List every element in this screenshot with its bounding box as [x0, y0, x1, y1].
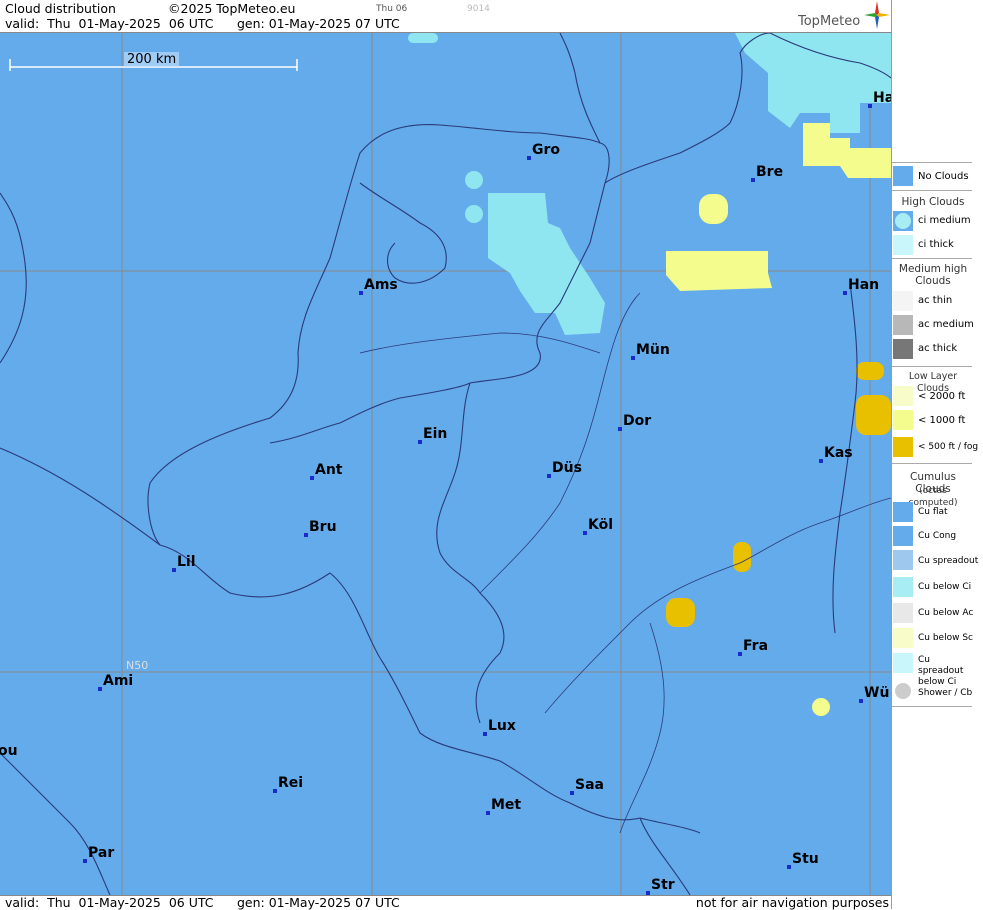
- footer-valid-time: valid: Thu 01-May-2025 06 UTC: [5, 895, 214, 910]
- legend-ac-thick: ac thick: [918, 343, 958, 354]
- compass-logo-icon: [864, 1, 890, 29]
- lat-lon-grid: [0, 33, 891, 895]
- generated-time: gen: 01-May-2025 07 UTC: [237, 16, 400, 31]
- city-label: Saa: [575, 777, 604, 793]
- copyright: ©2025 TopMeteo.eu: [168, 1, 296, 16]
- cloud-fog: [666, 362, 891, 627]
- swatch-shower: [893, 681, 913, 701]
- swatch-cu-below-ac: [893, 603, 913, 623]
- swatch-cu-below-sc: [893, 628, 913, 648]
- scale-label: 200 km: [124, 52, 180, 67]
- city-label: Lil: [177, 554, 196, 570]
- legend-cu-spreadout-below-ci: Cu spreadout below Ci: [918, 655, 964, 687]
- legend-low-2000: < 2000 ft: [918, 391, 966, 402]
- legend-cu-below-ci: Cu below Ci: [918, 582, 972, 592]
- city-label: Ant: [315, 462, 343, 478]
- disclaimer: not for air navigation purposes: [695, 895, 889, 910]
- city-label: Bru: [309, 519, 337, 535]
- footer-bar: valid: Thu 01-May-2025 06 UTC gen: 01-Ma…: [0, 895, 891, 910]
- valid-time: valid: Thu 01-May-2025 06 UTC: [5, 16, 214, 31]
- legend-high-title: High Clouds: [901, 196, 965, 208]
- swatch-cu-below-ci: [893, 577, 913, 597]
- map-title: Cloud distribution: [5, 1, 116, 16]
- city-label: Ami: [103, 673, 134, 689]
- swatch-low-1000: [893, 410, 913, 430]
- legend-cu-spreadout: Cu spreadout: [918, 556, 979, 566]
- swatch-ac-thick: [893, 339, 913, 359]
- legend-cu-flat: Cu flat: [918, 507, 948, 517]
- city-label: Düs: [552, 460, 582, 476]
- swatch-cu-flat: [893, 502, 913, 522]
- legend-cu-below-sc: Cu below Sc: [918, 633, 973, 643]
- rivers: [359, 292, 891, 834]
- legend-panel: No Clouds High Clouds ci medium ci thick…: [891, 0, 983, 909]
- city-label: Ha: [873, 90, 891, 106]
- logo-text: TopMeteo: [798, 14, 861, 29]
- city-label: Köl: [588, 517, 614, 533]
- legend-cu-below-ac: Cu below Ac: [918, 608, 974, 618]
- map-canvas: [0, 33, 891, 895]
- city-label: Han: [848, 277, 880, 293]
- legend-medium-title: Medium high Clouds: [898, 263, 968, 287]
- city-label: Kas: [824, 445, 853, 461]
- city-label: Ein: [423, 426, 448, 442]
- city-label: Dor: [623, 413, 652, 429]
- swatch-cu-cong: [893, 526, 913, 546]
- city-label: Rei: [278, 775, 304, 791]
- legend-low-500: < 500 ft / fog: [918, 442, 979, 452]
- city-label: Lux: [488, 718, 516, 734]
- swatch-cu-spreadout-below-ci: [893, 653, 913, 673]
- city-label: Ams: [364, 277, 398, 293]
- city-label: Mün: [636, 342, 670, 358]
- legend-ci-medium: ci medium: [918, 215, 971, 226]
- legend-ac-thin: ac thin: [918, 295, 953, 306]
- legend-shower: Shower / Cb: [918, 688, 973, 698]
- legend-low-1000: < 1000 ft: [918, 415, 966, 426]
- header-bar: Cloud distribution ©2025 TopMeteo.eu Thu…: [0, 0, 891, 33]
- borders-coastlines: [0, 33, 891, 895]
- city-label: Par: [88, 845, 115, 861]
- cloud-map[interactable]: 200 km N50 Gro Bre Ha Ams Han Mün Dor Ei…: [0, 33, 891, 895]
- swatch-cu-spreadout: [893, 550, 913, 570]
- latitude-label: N50: [126, 659, 149, 672]
- city-label: Gro: [532, 142, 561, 158]
- footer-generated-time: gen: 01-May-2025 07 UTC: [237, 895, 400, 910]
- cloud-ci-medium: [408, 33, 891, 335]
- city-label: Wü: [864, 685, 890, 701]
- city-label: Str: [651, 877, 675, 893]
- swatch-ac-thin: [893, 291, 913, 311]
- swatch-low-500: [893, 437, 913, 457]
- swatch-ci-thick: [893, 235, 913, 255]
- swatch-no-clouds: [893, 166, 913, 186]
- swatch-ac-medium: [893, 315, 913, 335]
- city-label: ou: [0, 743, 18, 759]
- legend-no-clouds: No Clouds: [918, 171, 969, 182]
- swatch-low-2000: [893, 386, 913, 406]
- city-label: Fra: [743, 638, 769, 654]
- city-label: Met: [491, 797, 522, 813]
- swatch-ci-medium: [893, 211, 913, 231]
- frame-label: Thu 06: [376, 4, 408, 14]
- city-label: Bre: [756, 164, 784, 180]
- city-label: Stu: [792, 851, 819, 867]
- legend-ci-thick: ci thick: [918, 239, 954, 250]
- legend-ac-medium: ac medium: [918, 319, 974, 330]
- legend-cu-cong: Cu Cong: [918, 531, 957, 541]
- code-label: 9014: [467, 4, 490, 14]
